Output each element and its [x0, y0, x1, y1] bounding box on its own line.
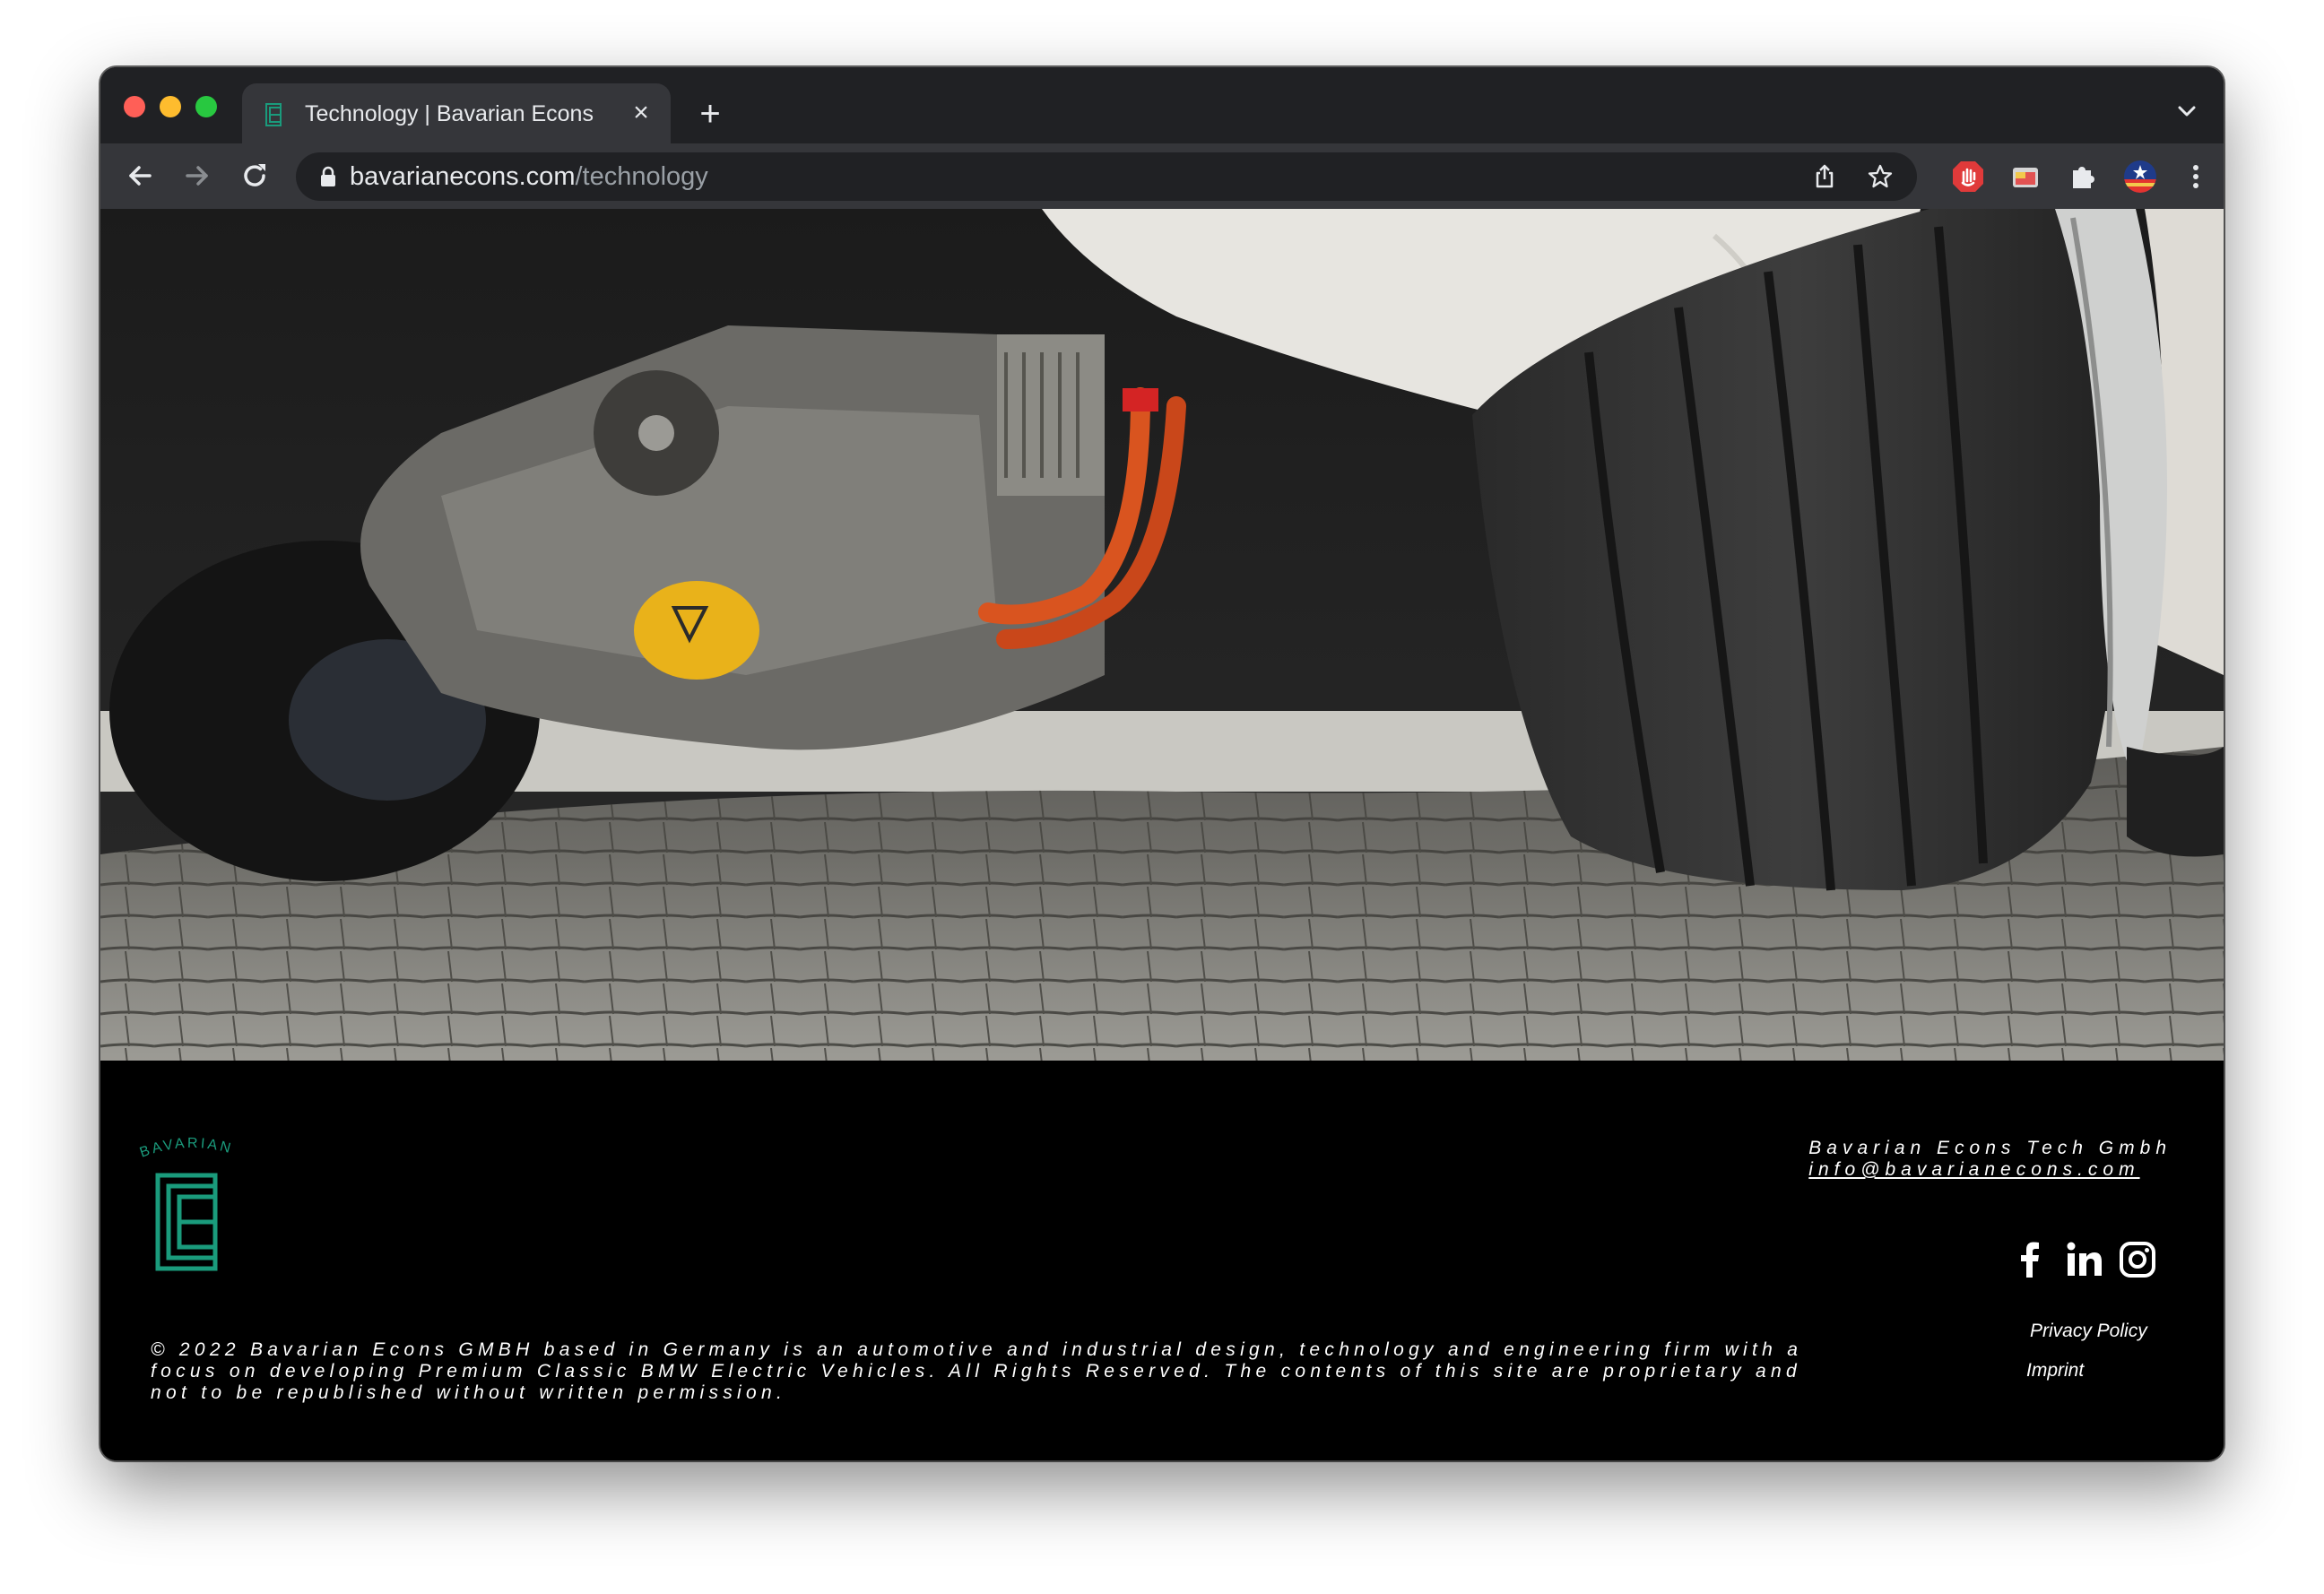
forward-icon[interactable]	[181, 160, 213, 192]
privacy-policy-link[interactable]: Privacy Policy	[2030, 1321, 2147, 1342]
tab-technology[interactable]: Technology | Bavarian Econs ×	[242, 83, 671, 143]
profile-avatar-icon[interactable]	[2123, 160, 2157, 194]
svg-text:BAVARIAN: BAVARIAN	[138, 1136, 235, 1161]
tab-title: Technology | Bavarian Econs	[305, 101, 594, 126]
logo-wordmark: BAVARIAN	[138, 1136, 232, 1161]
linkedin-icon[interactable]	[2064, 1240, 2103, 1279]
company-name: Bavarian Econs Tech Gmbh	[1808, 1138, 2172, 1158]
instagram-icon[interactable]	[2118, 1240, 2157, 1279]
favicon-icon	[265, 103, 282, 126]
browser-menu-icon[interactable]	[2179, 160, 2213, 194]
bavarian-econs-logo[interactable]: BAVARIAN	[136, 1134, 247, 1278]
minimize-window-button[interactable]	[160, 96, 181, 117]
tab-close-icon[interactable]: ×	[626, 98, 656, 128]
address-bar[interactable]: bavarianecons.com/technology	[296, 152, 1917, 201]
media-extension-icon[interactable]	[2008, 160, 2042, 194]
tab-search-chevron-icon[interactable]	[2173, 98, 2200, 125]
bookmark-star-icon[interactable]	[1867, 163, 1894, 190]
new-tab-button[interactable]: +	[692, 96, 728, 132]
url-path: /technology	[575, 162, 708, 191]
lock-icon[interactable]	[319, 166, 337, 187]
car-underside-photo	[100, 209, 2224, 1061]
browser-window: Technology | Bavarian Econs × + bavarian…	[100, 67, 2224, 1460]
close-window-button[interactable]	[124, 96, 145, 117]
imprint-link[interactable]: Imprint	[2026, 1360, 2084, 1382]
tab-strip: Technology | Bavarian Econs × +	[100, 67, 2224, 143]
facebook-icon[interactable]	[2010, 1240, 2050, 1279]
browser-toolbar: bavarianecons.com/technology	[100, 143, 2224, 210]
url-host: bavarianecons.com	[350, 162, 576, 191]
copyright-text: © 2022 Bavarian Econs GMBH based in Germ…	[151, 1339, 1803, 1403]
ad-blocker-extension-icon[interactable]	[1951, 160, 1985, 194]
email-link[interactable]: info@bavarianecons.com	[1808, 1159, 2172, 1181]
site-footer: BAVARIAN Bavarian Econs Tech Gmbh info@b…	[100, 1061, 2224, 1460]
url-text[interactable]: bavarianecons.com/technology	[350, 162, 708, 192]
company-info: Bavarian Econs Tech Gmbh info@bavarianec…	[1808, 1138, 2172, 1181]
share-icon[interactable]	[1811, 163, 1838, 190]
back-icon[interactable]	[124, 160, 156, 192]
maximize-window-button[interactable]	[195, 96, 217, 117]
reload-icon[interactable]	[238, 160, 271, 192]
extensions-puzzle-icon[interactable]	[2066, 160, 2100, 194]
hero-image	[100, 209, 2224, 1061]
